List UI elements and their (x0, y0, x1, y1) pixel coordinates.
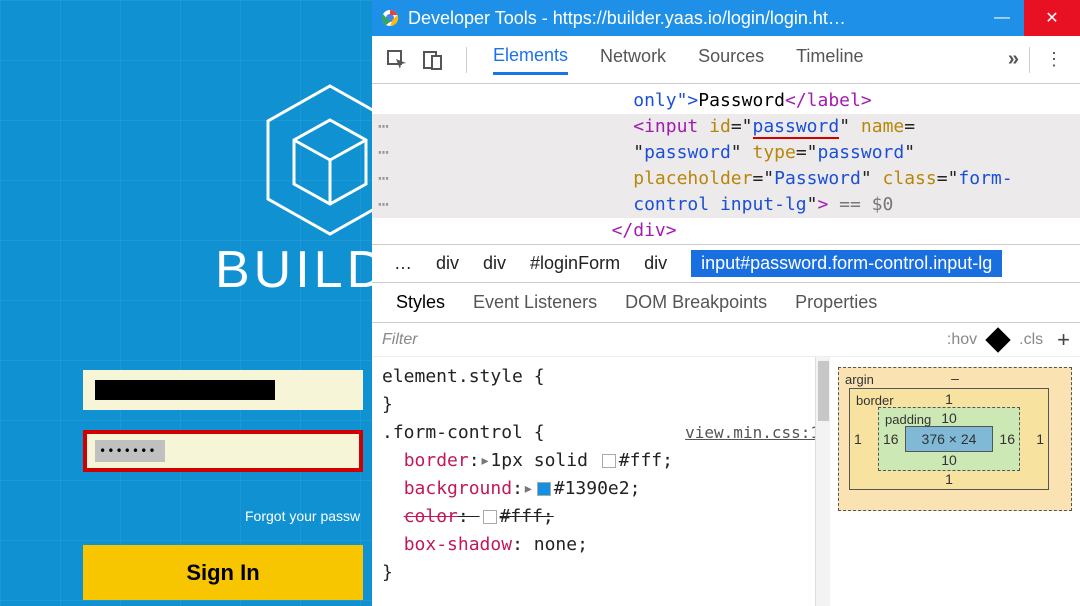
hov-toggle[interactable]: :hov (947, 331, 977, 349)
box-model: argin – border 1 1 1 1 padding 10 16 16 … (830, 357, 1080, 606)
dom-line-selected[interactable]: "password" type="password" (372, 140, 1080, 166)
divider (1029, 47, 1030, 73)
login-form: ••••••• (83, 370, 363, 492)
window-close-button[interactable]: ✕ (1024, 0, 1080, 36)
dom-line-selected[interactable]: control input-lg"> == $0 (372, 192, 1080, 218)
rule-line[interactable]: } (382, 391, 820, 419)
device-toolbar-icon[interactable] (420, 47, 446, 73)
box-padding[interactable]: padding 10 16 16 10 376 × 24 (878, 407, 1020, 471)
rule-source-link[interactable]: view.min.css:1 (685, 419, 820, 447)
box-content[interactable]: 376 × 24 (905, 426, 993, 452)
subtab-properties[interactable]: Properties (795, 292, 877, 313)
cls-toggle[interactable]: .cls (1019, 331, 1043, 349)
rule-line[interactable]: .form-control {view.min.css:1 (382, 419, 820, 447)
window-minimize-button[interactable]: — (980, 0, 1024, 36)
new-style-rule-button[interactable]: + (1057, 327, 1070, 353)
crumb[interactable]: … (394, 253, 412, 274)
subtab-styles[interactable]: Styles (396, 292, 445, 313)
crumb[interactable]: #loginForm (530, 253, 620, 274)
username-value-redacted (95, 380, 275, 400)
window-titlebar: Developer Tools - https://builder.yaas.i… (372, 0, 1080, 36)
brand-title: BUILD (215, 240, 372, 300)
subtab-dom-breakpoints[interactable]: DOM Breakpoints (625, 292, 767, 313)
rule-line[interactable]: border:▸1px solid #fff; (382, 447, 820, 475)
window-title: Developer Tools - https://builder.yaas.i… (408, 8, 980, 29)
login-panel: BUILD ••••••• Forgot your passw Sign In (0, 0, 372, 606)
rule-line[interactable]: background:▸#1390e2; (382, 475, 820, 503)
dom-line[interactable]: </div> (372, 218, 1080, 244)
username-field[interactable] (83, 370, 363, 410)
password-value: ••••••• (95, 440, 165, 462)
scrollbar[interactable] (815, 357, 830, 606)
styles-rules[interactable]: element.style { } .form-control {view.mi… (372, 357, 830, 606)
styles-filter-input[interactable]: Filter (382, 331, 582, 349)
styles-subtabs: Styles Event Listeners DOM Breakpoints P… (372, 283, 1080, 323)
element-states-icon[interactable] (985, 327, 1010, 352)
dom-line-selected[interactable]: placeholder="Password" class="form- (372, 166, 1080, 192)
rule-line[interactable]: box-shadow: none; (382, 531, 820, 559)
box-margin[interactable]: argin – border 1 1 1 1 padding 10 16 16 … (838, 367, 1072, 511)
tabs-overflow-icon[interactable]: » (1008, 48, 1019, 71)
styles-toolbar: Filter :hov .cls + (372, 323, 1080, 357)
rule-line[interactable]: element.style { (382, 363, 820, 391)
inspect-element-icon[interactable] (384, 47, 410, 73)
divider (466, 47, 467, 73)
crumb[interactable]: div (644, 253, 667, 274)
subtab-event-listeners[interactable]: Event Listeners (473, 292, 597, 313)
tab-timeline[interactable]: Timeline (796, 46, 863, 73)
tab-network[interactable]: Network (600, 46, 666, 73)
dom-breadcrumbs: … div div #loginForm div input#password.… (372, 245, 1080, 283)
crumb[interactable]: div (436, 253, 459, 274)
forgot-password-link[interactable]: Forgot your passw (245, 508, 360, 524)
crumb[interactable]: div (483, 253, 506, 274)
rule-line[interactable]: } (382, 559, 820, 587)
devtools-window: Developer Tools - https://builder.yaas.i… (372, 0, 1080, 606)
dom-line-selected[interactable]: <input id="password" name= (372, 114, 1080, 140)
tab-elements[interactable]: Elements (493, 45, 568, 75)
tab-sources[interactable]: Sources (698, 46, 764, 73)
sign-in-button[interactable]: Sign In (83, 545, 363, 600)
chrome-icon (380, 8, 400, 28)
styles-body: element.style { } .form-control {view.mi… (372, 357, 1080, 606)
password-field[interactable]: ••••••• (83, 430, 363, 472)
builder-logo-icon (260, 80, 372, 245)
color-swatch-icon[interactable] (537, 482, 551, 496)
crumb-selected[interactable]: input#password.form-control.input-lg (691, 250, 1002, 277)
dom-tree[interactable]: only">Password</label> <input id="passwo… (372, 84, 1080, 245)
devtools-tabs: Elements Network Sources Timeline » ⋮ (372, 36, 1080, 84)
box-border[interactable]: border 1 1 1 1 padding 10 16 16 10 376 ×… (849, 388, 1049, 490)
rule-line[interactable]: color: #fff; (382, 503, 820, 531)
dom-line[interactable]: only">Password</label> (372, 88, 1080, 114)
devtools-menu-icon[interactable]: ⋮ (1040, 49, 1068, 70)
